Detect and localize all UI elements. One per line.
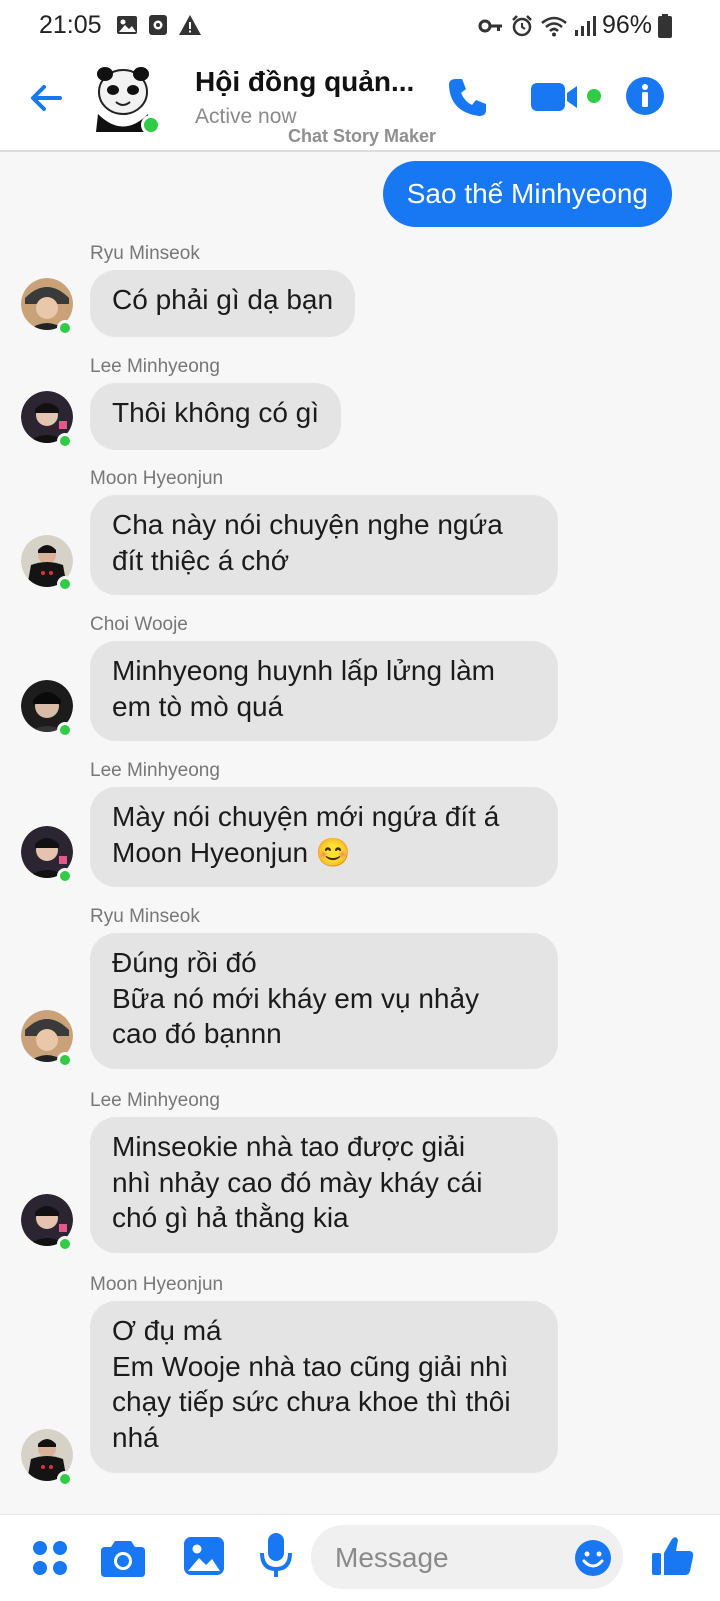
online-indicator <box>57 320 73 336</box>
microphone-icon[interactable] <box>259 1531 293 1579</box>
camera-icon[interactable] <box>101 1537 145 1577</box>
message-bubble[interactable]: Có phải gì dạ bạn <box>90 270 356 337</box>
message-placeholder: Message <box>335 1542 449 1573</box>
apps-menu-icon[interactable] <box>31 1539 69 1577</box>
active-status: Active now <box>195 105 297 128</box>
chat-header: Hội đồng quản... Active now Chat Story M… <box>0 52 720 152</box>
message-bubble[interactable]: Minseokie nhà tao được giải nhì nhảy cao… <box>90 1117 558 1253</box>
message-bubble[interactable]: Mày nói chuyện mới ngứa đít á Moon Hyeon… <box>90 787 558 887</box>
gallery-icon[interactable] <box>184 1535 224 1577</box>
alarm-icon <box>512 14 532 36</box>
composer-bar: Message <box>0 1514 720 1601</box>
conversation-title[interactable]: Hội đồng quản... <box>195 66 414 98</box>
message-bubble[interactable]: Đúng rồi đó Bữa nó mới kháy em vụ nhảy c… <box>90 933 558 1069</box>
signal-icon <box>574 15 596 36</box>
online-indicator <box>141 115 161 135</box>
phone-call-icon[interactable] <box>446 76 488 118</box>
video-active-dot <box>587 89 601 103</box>
sender-name: Ryu Minseok <box>90 243 200 264</box>
sender-name: Lee Minhyeong <box>90 356 220 377</box>
online-indicator <box>57 1471 73 1487</box>
sender-name: Choi Wooje <box>90 614 188 635</box>
outgoing-message[interactable]: Sao thế Minhyeong <box>382 161 672 227</box>
sender-name: Lee Minhyeong <box>90 1090 220 1111</box>
online-indicator <box>57 1052 73 1068</box>
online-indicator <box>57 1236 73 1252</box>
online-indicator <box>57 576 73 592</box>
message-bubble[interactable]: Ơ đụ má Em Wooje nhà tao cũng giải nhì c… <box>90 1301 558 1473</box>
message-bubble[interactable]: Thôi không có gì <box>90 383 342 450</box>
warning-icon <box>179 15 201 35</box>
message-bubble[interactable]: Minhyeong huynh lấp lửng làm em tò mò qu… <box>90 641 558 741</box>
key-icon <box>478 19 502 32</box>
status-bar: 21:05 96% <box>0 0 720 52</box>
sender-name: Moon Hyeonjun <box>90 468 224 489</box>
wifi-icon <box>541 16 567 36</box>
online-indicator <box>57 433 73 449</box>
sender-name: Lee Minhyeong <box>90 760 220 781</box>
like-thumb-icon[interactable] <box>652 1535 694 1577</box>
online-indicator <box>57 722 73 738</box>
message-bubble[interactable]: Cha này nói chuyện nghe ngứa đít thiệc á… <box>90 495 558 595</box>
online-indicator <box>57 868 73 884</box>
watermark: Chat Story Maker <box>288 126 437 146</box>
info-icon[interactable] <box>625 76 665 116</box>
emoji-icon[interactable] <box>574 1539 612 1577</box>
status-time: 21:05 <box>39 11 102 39</box>
message-input[interactable]: Message <box>311 1525 623 1589</box>
sender-name: Moon Hyeonjun <box>90 1274 224 1295</box>
battery-icon <box>658 13 672 38</box>
back-arrow-icon[interactable] <box>28 80 64 116</box>
video-call-icon[interactable] <box>531 81 581 113</box>
battery-percent: 96% <box>601 11 652 39</box>
gallery-notification-icon <box>117 16 137 34</box>
sender-name: Ryu Minseok <box>90 906 200 927</box>
media-notification-icon <box>149 15 167 35</box>
